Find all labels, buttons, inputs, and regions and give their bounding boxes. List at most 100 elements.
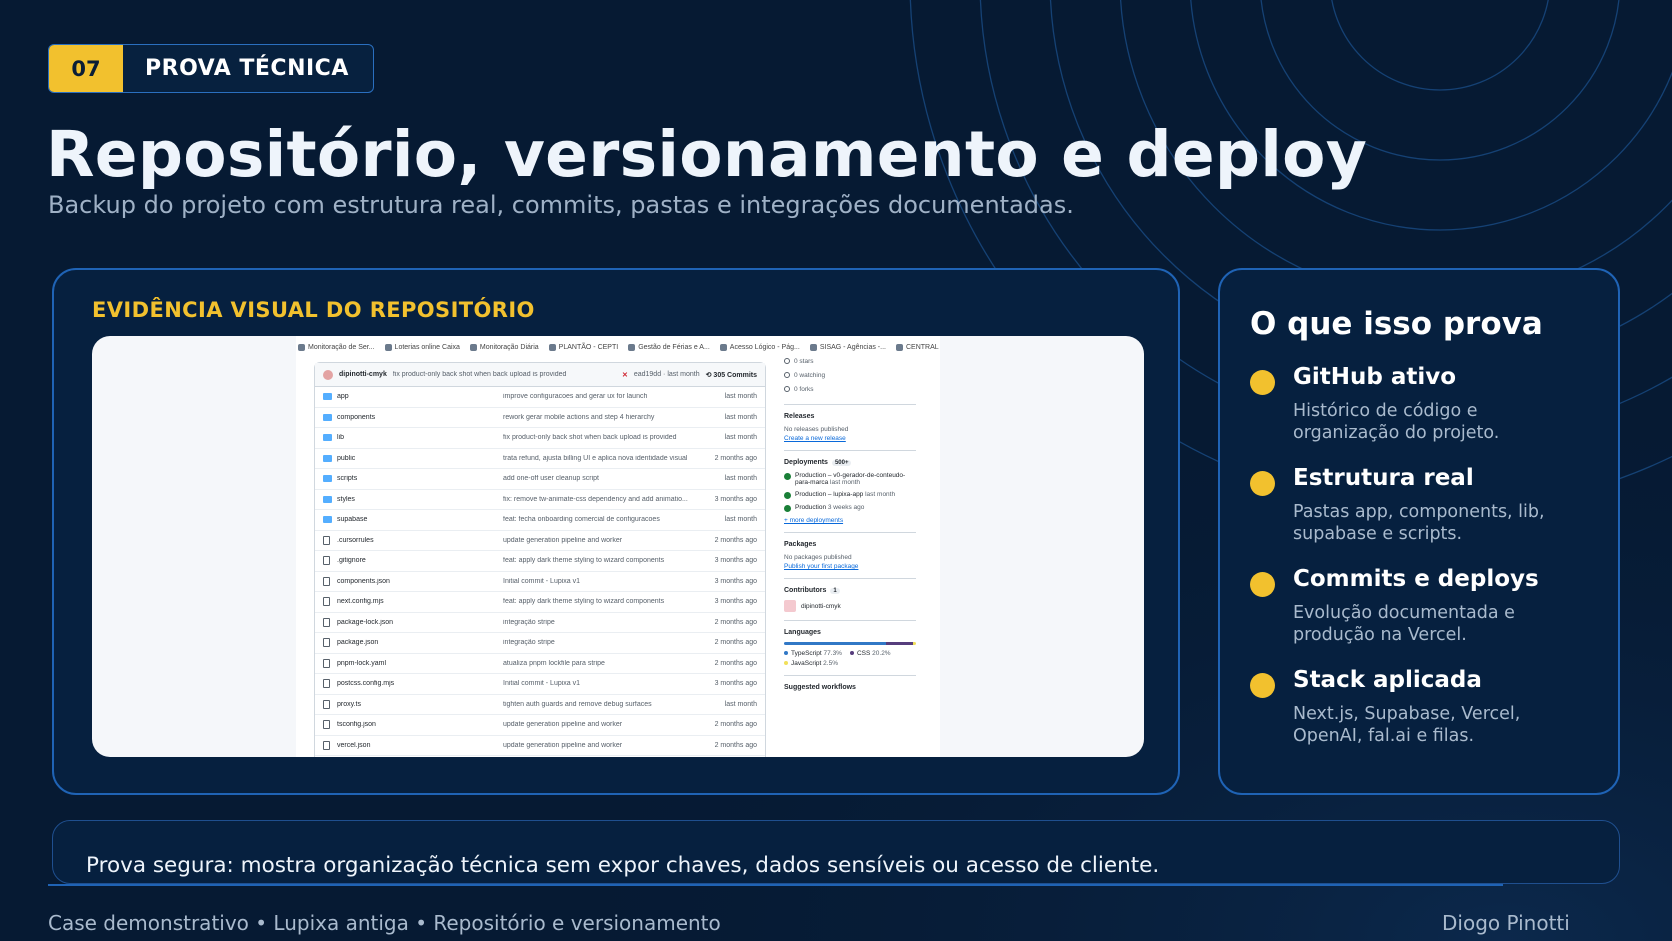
file-row[interactable]: app improve configuracoes and gerar ux fo… — [315, 387, 765, 408]
commit-count[interactable]: ⟲ 305 Commits — [706, 371, 757, 379]
file-commit-message[interactable]: Initial commit - Lupixa v1 — [503, 578, 697, 585]
file-name[interactable]: components — [337, 414, 503, 421]
file-row[interactable]: scripts add one-off user cleanup script la… — [315, 469, 765, 490]
file-name[interactable]: components.json — [337, 578, 503, 585]
contributor-item[interactable]: dipinotti-cmyk — [784, 600, 916, 612]
file-name[interactable]: postcss.config.mjs — [337, 680, 503, 687]
bookmark-item[interactable]: CENTRAL DE ACIO — [895, 341, 940, 353]
file-commit-message[interactable]: integração stripe — [503, 639, 697, 646]
languages-section: Languages TypeScript 77.3% CSS 20.2% JavaS… — [784, 620, 916, 667]
footer-caption: Case demonstrativo • Lupixa antiga • Rep… — [48, 911, 721, 935]
language-item[interactable]: JavaScript 2.5% — [784, 660, 838, 667]
file-name[interactable]: tsconfig.json — [337, 721, 503, 728]
releases-title[interactable]: Releases — [784, 413, 916, 420]
file-commit-message[interactable]: feat: fecha onboarding comercial de conf… — [503, 516, 697, 523]
file-commit-message[interactable]: feat: apply dark theme styling to wizard… — [503, 598, 697, 605]
language-row: JavaScript 2.5% — [784, 660, 916, 667]
file-row[interactable]: next.config.mjs feat: apply dark theme st… — [315, 592, 765, 613]
file-row[interactable]: components rework gerar mobile actions an… — [315, 408, 765, 428]
file-commit-message[interactable]: improve configuracoes and gerar ux for l… — [503, 393, 697, 400]
file-name[interactable]: app — [337, 393, 503, 400]
file-commit-message[interactable]: update generation pipeline and worker — [503, 721, 697, 728]
file-row[interactable]: proxy.ts tighten auth guards and remove d… — [315, 695, 765, 715]
more-deployments-link[interactable]: + more deployments — [784, 517, 916, 524]
file-row[interactable]: pnpm-lock.yaml atualiza pnpm lockfile par… — [315, 654, 765, 674]
languages-list: TypeScript 77.3% CSS 20.2% JavaScript 2.5% — [784, 650, 916, 667]
commit-user[interactable]: dipinotti-cmyk — [339, 371, 387, 378]
file-commit-message[interactable]: trata refund, ajusta billing UI e aplica… — [503, 455, 697, 462]
bookmark-item[interactable]: SISAG - Agências -... — [809, 341, 886, 353]
file-row[interactable]: supabase feat: fecha onboarding comercial… — [315, 510, 765, 531]
file-row[interactable]: public trata refund, ajusta billing UI e … — [315, 449, 765, 469]
bookmark-item[interactable]: PLANTÃO - CEPTI — [548, 341, 618, 353]
language-name: TypeScript — [791, 650, 822, 657]
bookmark-item[interactable]: Monitoração Diária — [469, 341, 539, 353]
file-commit-message[interactable]: atualiza pnpm lockfile para stripe — [503, 660, 697, 667]
bookmark-item[interactable]: Loterias online Caixa — [384, 341, 460, 353]
file-name[interactable]: proxy.ts — [337, 701, 503, 708]
file-name[interactable]: .gitignore — [337, 557, 503, 564]
file-row[interactable]: styles fix: remove tw-animate-css depende… — [315, 490, 765, 510]
file-row[interactable]: package-lock.json integração stripe 2 mont… — [315, 613, 765, 633]
page-title: Repositório, versionamento e deploy — [46, 118, 1368, 191]
file-commit-message[interactable]: update generation pipeline and worker — [503, 742, 697, 749]
file-row[interactable]: tsconfig.json update generation pipeline … — [315, 715, 765, 736]
file-name[interactable]: package-lock.json — [337, 619, 503, 626]
file-commit-message[interactable]: integração stripe — [503, 619, 697, 626]
file-commit-time: last month — [724, 393, 757, 401]
file-name[interactable]: package.json — [337, 639, 503, 646]
bookmark-label: Monitoração de Ser... — [308, 343, 375, 351]
commit-hash[interactable]: ead19dd · last month — [634, 371, 700, 378]
file-commit-message[interactable]: feat: apply dark theme styling to wizard… — [503, 557, 697, 564]
bookmark-item[interactable]: Monitoração de Ser... — [298, 341, 375, 353]
file-commit-message[interactable]: Initial commit - Lupixa v1 — [503, 680, 697, 687]
publish-package-link[interactable]: Publish your first package — [784, 563, 916, 570]
file-row[interactable]: components.json Initial commit - Lupixa v… — [315, 572, 765, 592]
bookmark-icon — [809, 343, 817, 351]
file-name[interactable]: pnpm-lock.yaml — [337, 660, 503, 667]
file-row[interactable]: .gitignore feat: apply dark theme styling… — [315, 551, 765, 572]
latest-commit-bar: dipinotti-cmyk fix product-only back sho… — [315, 363, 765, 387]
deployments-header[interactable]: Deployments 500+ — [784, 459, 916, 466]
bookmark-item[interactable]: Gestão de Férias e A... — [628, 341, 710, 353]
file-row[interactable]: lib fix product-only back shot when back … — [315, 428, 765, 449]
file-name[interactable]: public — [337, 455, 503, 462]
file-commit-message[interactable]: fix: remove tw-animate-css dependency an… — [503, 496, 697, 503]
file-commit-message[interactable]: add one-off user cleanup script — [503, 475, 697, 482]
file-commit-message[interactable]: update generation pipeline and worker — [503, 537, 697, 544]
stars-stat[interactable]: 0 stars — [784, 354, 916, 368]
language-bar-segment — [784, 642, 887, 645]
section-badge: 07 PROVA TÉCNICA — [48, 44, 374, 93]
watching-stat[interactable]: 0 watching — [784, 368, 916, 382]
file-commit-message[interactable]: tighten auth guards and remove debug sur… — [503, 701, 697, 708]
file-icon — [323, 597, 330, 607]
bullet-dot-icon — [1250, 370, 1275, 395]
contributors-header[interactable]: Contributors 1 — [784, 587, 916, 594]
commit-message[interactable]: fix product-only back shot when back upl… — [393, 371, 616, 378]
file-name[interactable]: vercel.json — [337, 742, 503, 749]
file-name[interactable]: lib — [337, 434, 503, 441]
file-name[interactable]: supabase — [337, 516, 503, 523]
file-commit-message[interactable]: fix product-only back shot when back upl… — [503, 434, 697, 441]
file-row[interactable]: postcss.config.mjs Initial commit - Lupix… — [315, 674, 765, 695]
language-item[interactable]: TypeScript 77.3% — [784, 650, 842, 657]
fork-icon — [784, 386, 790, 392]
create-release-link[interactable]: Create a new release — [784, 435, 916, 442]
file-row[interactable]: vercel.json update generation pipeline an… — [315, 736, 765, 756]
file-row[interactable]: package.json integração stripe 2 months ag… — [315, 633, 765, 654]
file-name[interactable]: next.config.mjs — [337, 598, 503, 605]
deployment-item[interactable]: Production 3 weeks ago — [784, 504, 916, 512]
deployment-item[interactable]: Production – v0-gerador-de-conteudo-para… — [784, 472, 916, 486]
packages-title[interactable]: Packages — [784, 541, 916, 548]
forks-stat[interactable]: 0 forks — [784, 382, 916, 396]
prove-item: Estrutura real Pastas app, components, l… — [1250, 465, 1610, 545]
deployment-item[interactable]: Production – lupixa-app last month — [784, 491, 916, 499]
language-item[interactable]: CSS 20.2% — [849, 650, 891, 657]
file-name[interactable]: styles — [337, 496, 503, 503]
file-name[interactable]: scripts — [337, 475, 503, 482]
file-row[interactable]: .cursorrules update generation pipeline a… — [315, 531, 765, 551]
bookmark-label: Monitoração Diária — [479, 343, 539, 351]
bookmark-item[interactable]: Acesso Lógico - Pág... — [719, 341, 800, 353]
file-name[interactable]: .cursorrules — [337, 537, 503, 544]
file-commit-message[interactable]: rework gerar mobile actions and step 4 h… — [503, 414, 697, 421]
